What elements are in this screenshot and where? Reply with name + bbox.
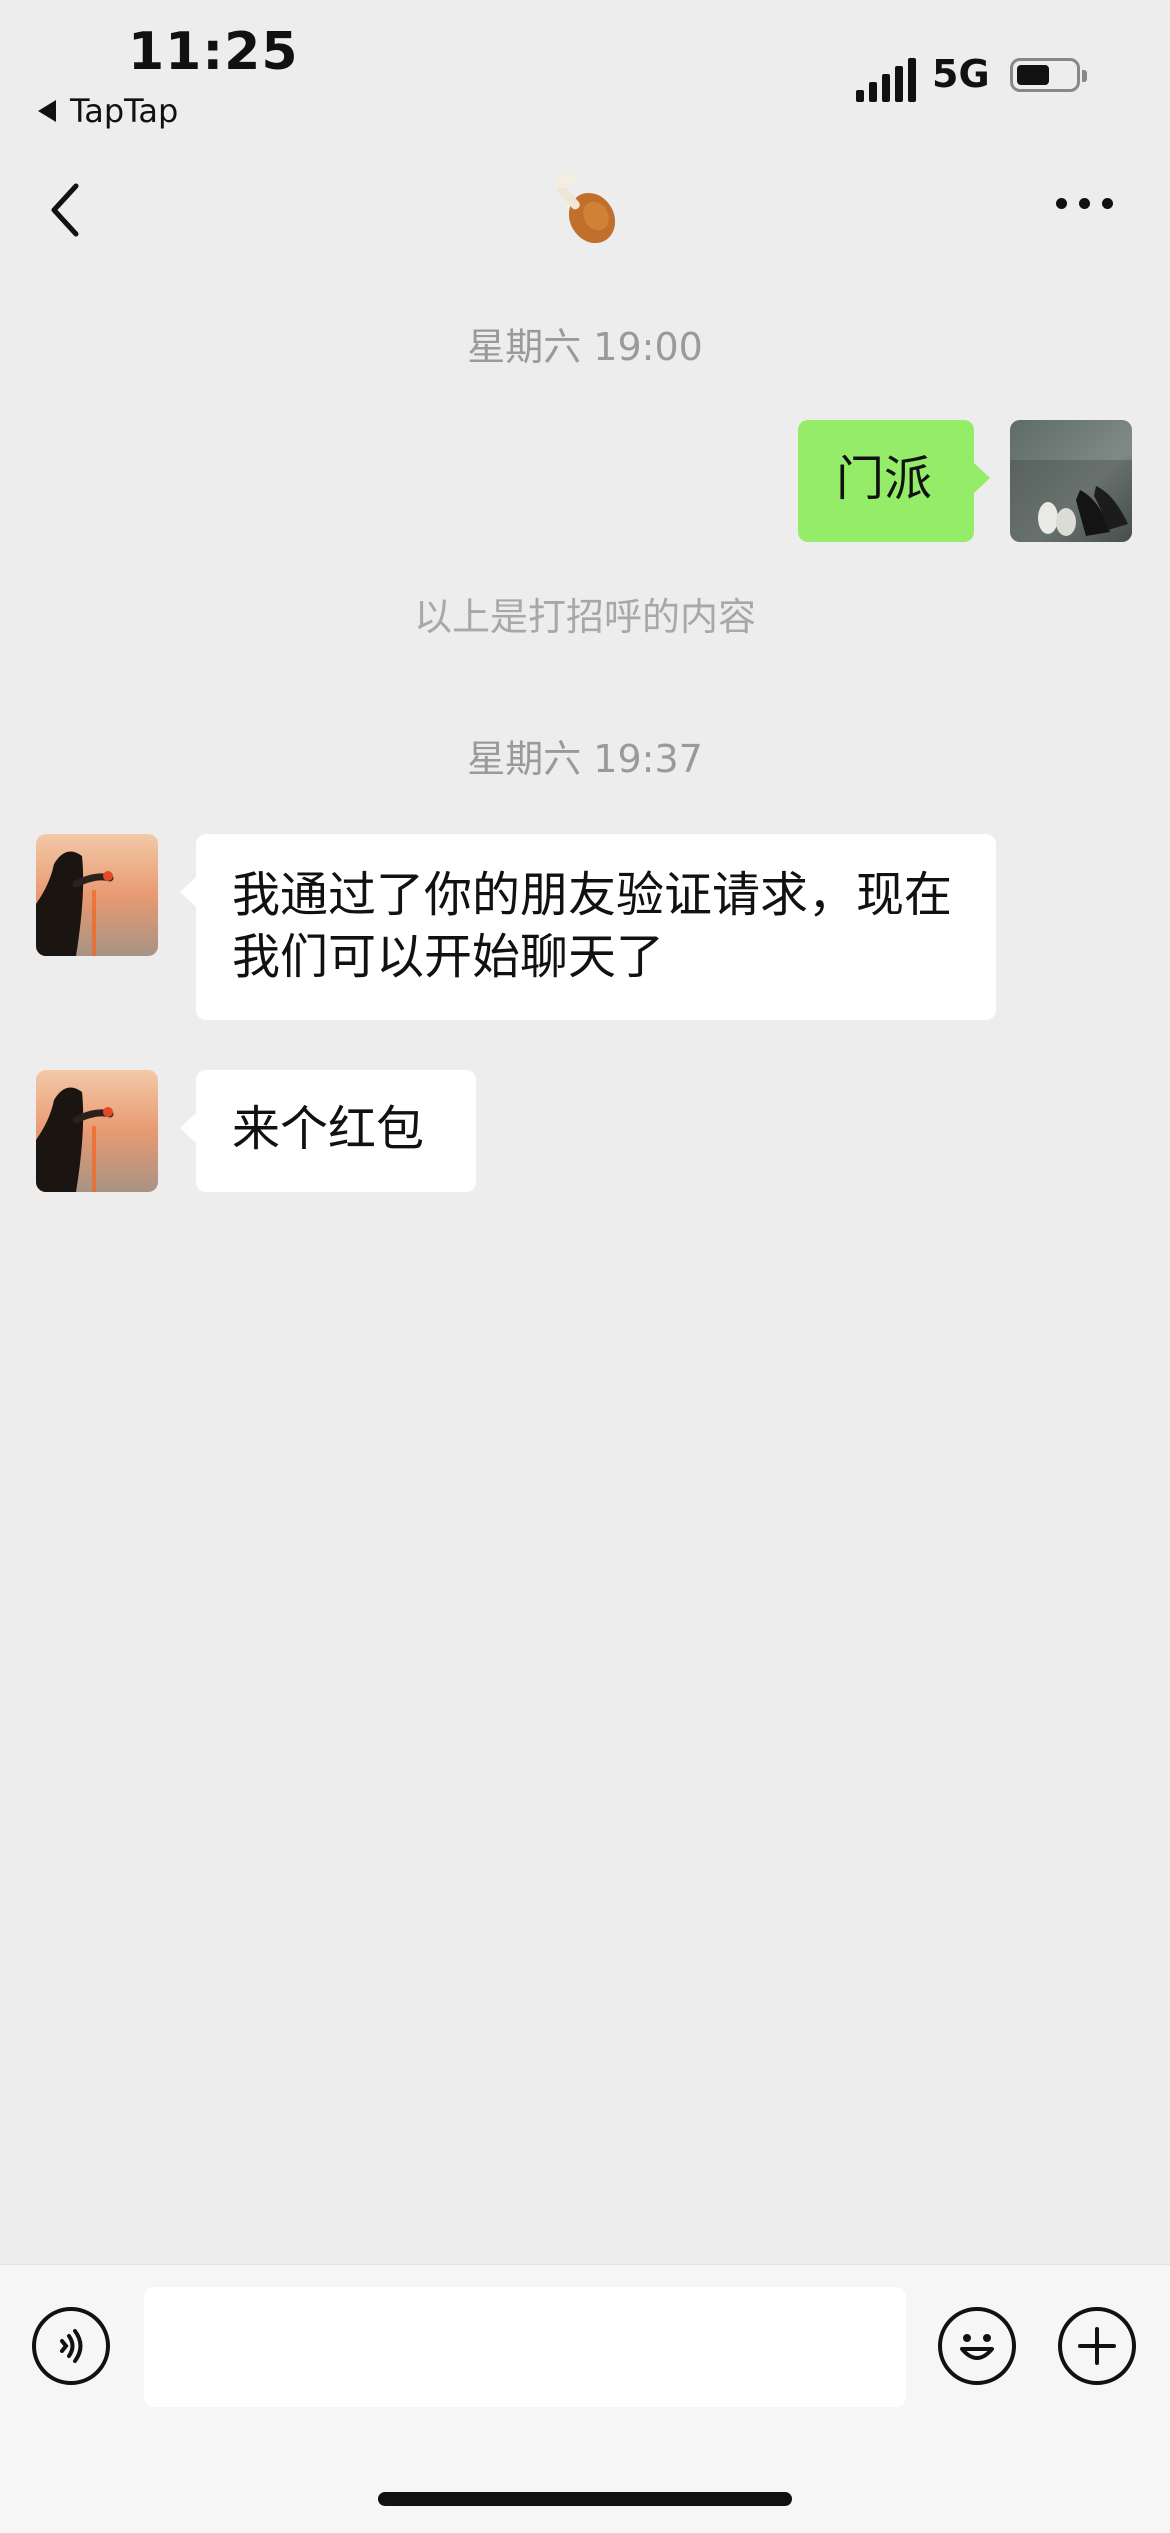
chicken-leg-icon xyxy=(556,172,616,244)
message-bubble-outgoing[interactable]: 门派 xyxy=(798,420,990,542)
plus-icon[interactable] xyxy=(1058,2307,1136,2385)
contact-avatar[interactable] xyxy=(36,834,158,956)
message-bubble-incoming[interactable]: 来个红包 xyxy=(180,1070,476,1192)
message-input[interactable] xyxy=(144,2287,906,2407)
back-triangle-icon xyxy=(38,100,56,122)
timestamp-2: 星期六 19:37 xyxy=(467,737,703,781)
back-to-app-link[interactable]: TapTap xyxy=(38,92,178,130)
back-app-label: TapTap xyxy=(70,92,179,130)
system-note: 以上是打招呼的内容 xyxy=(413,595,756,639)
timestamp-1: 星期六 19:00 xyxy=(467,325,703,369)
home-indicator[interactable] xyxy=(378,2492,792,2506)
emoji-icon[interactable] xyxy=(938,2307,1016,2385)
more-options-icon[interactable] xyxy=(1056,198,1113,209)
status-time: 11:25 xyxy=(128,22,299,82)
self-avatar[interactable] xyxy=(1010,420,1132,542)
voice-icon[interactable] xyxy=(32,2307,110,2385)
contact-avatar[interactable] xyxy=(36,1070,158,1192)
chevron-left-icon[interactable] xyxy=(46,180,86,240)
message-bubble-incoming[interactable]: 我通过了你的朋友验证请求，现在我们可以开始聊天了 xyxy=(180,834,996,1020)
network-type: 5G xyxy=(932,52,990,96)
signal-icon xyxy=(856,58,916,102)
battery-icon xyxy=(1010,58,1087,92)
